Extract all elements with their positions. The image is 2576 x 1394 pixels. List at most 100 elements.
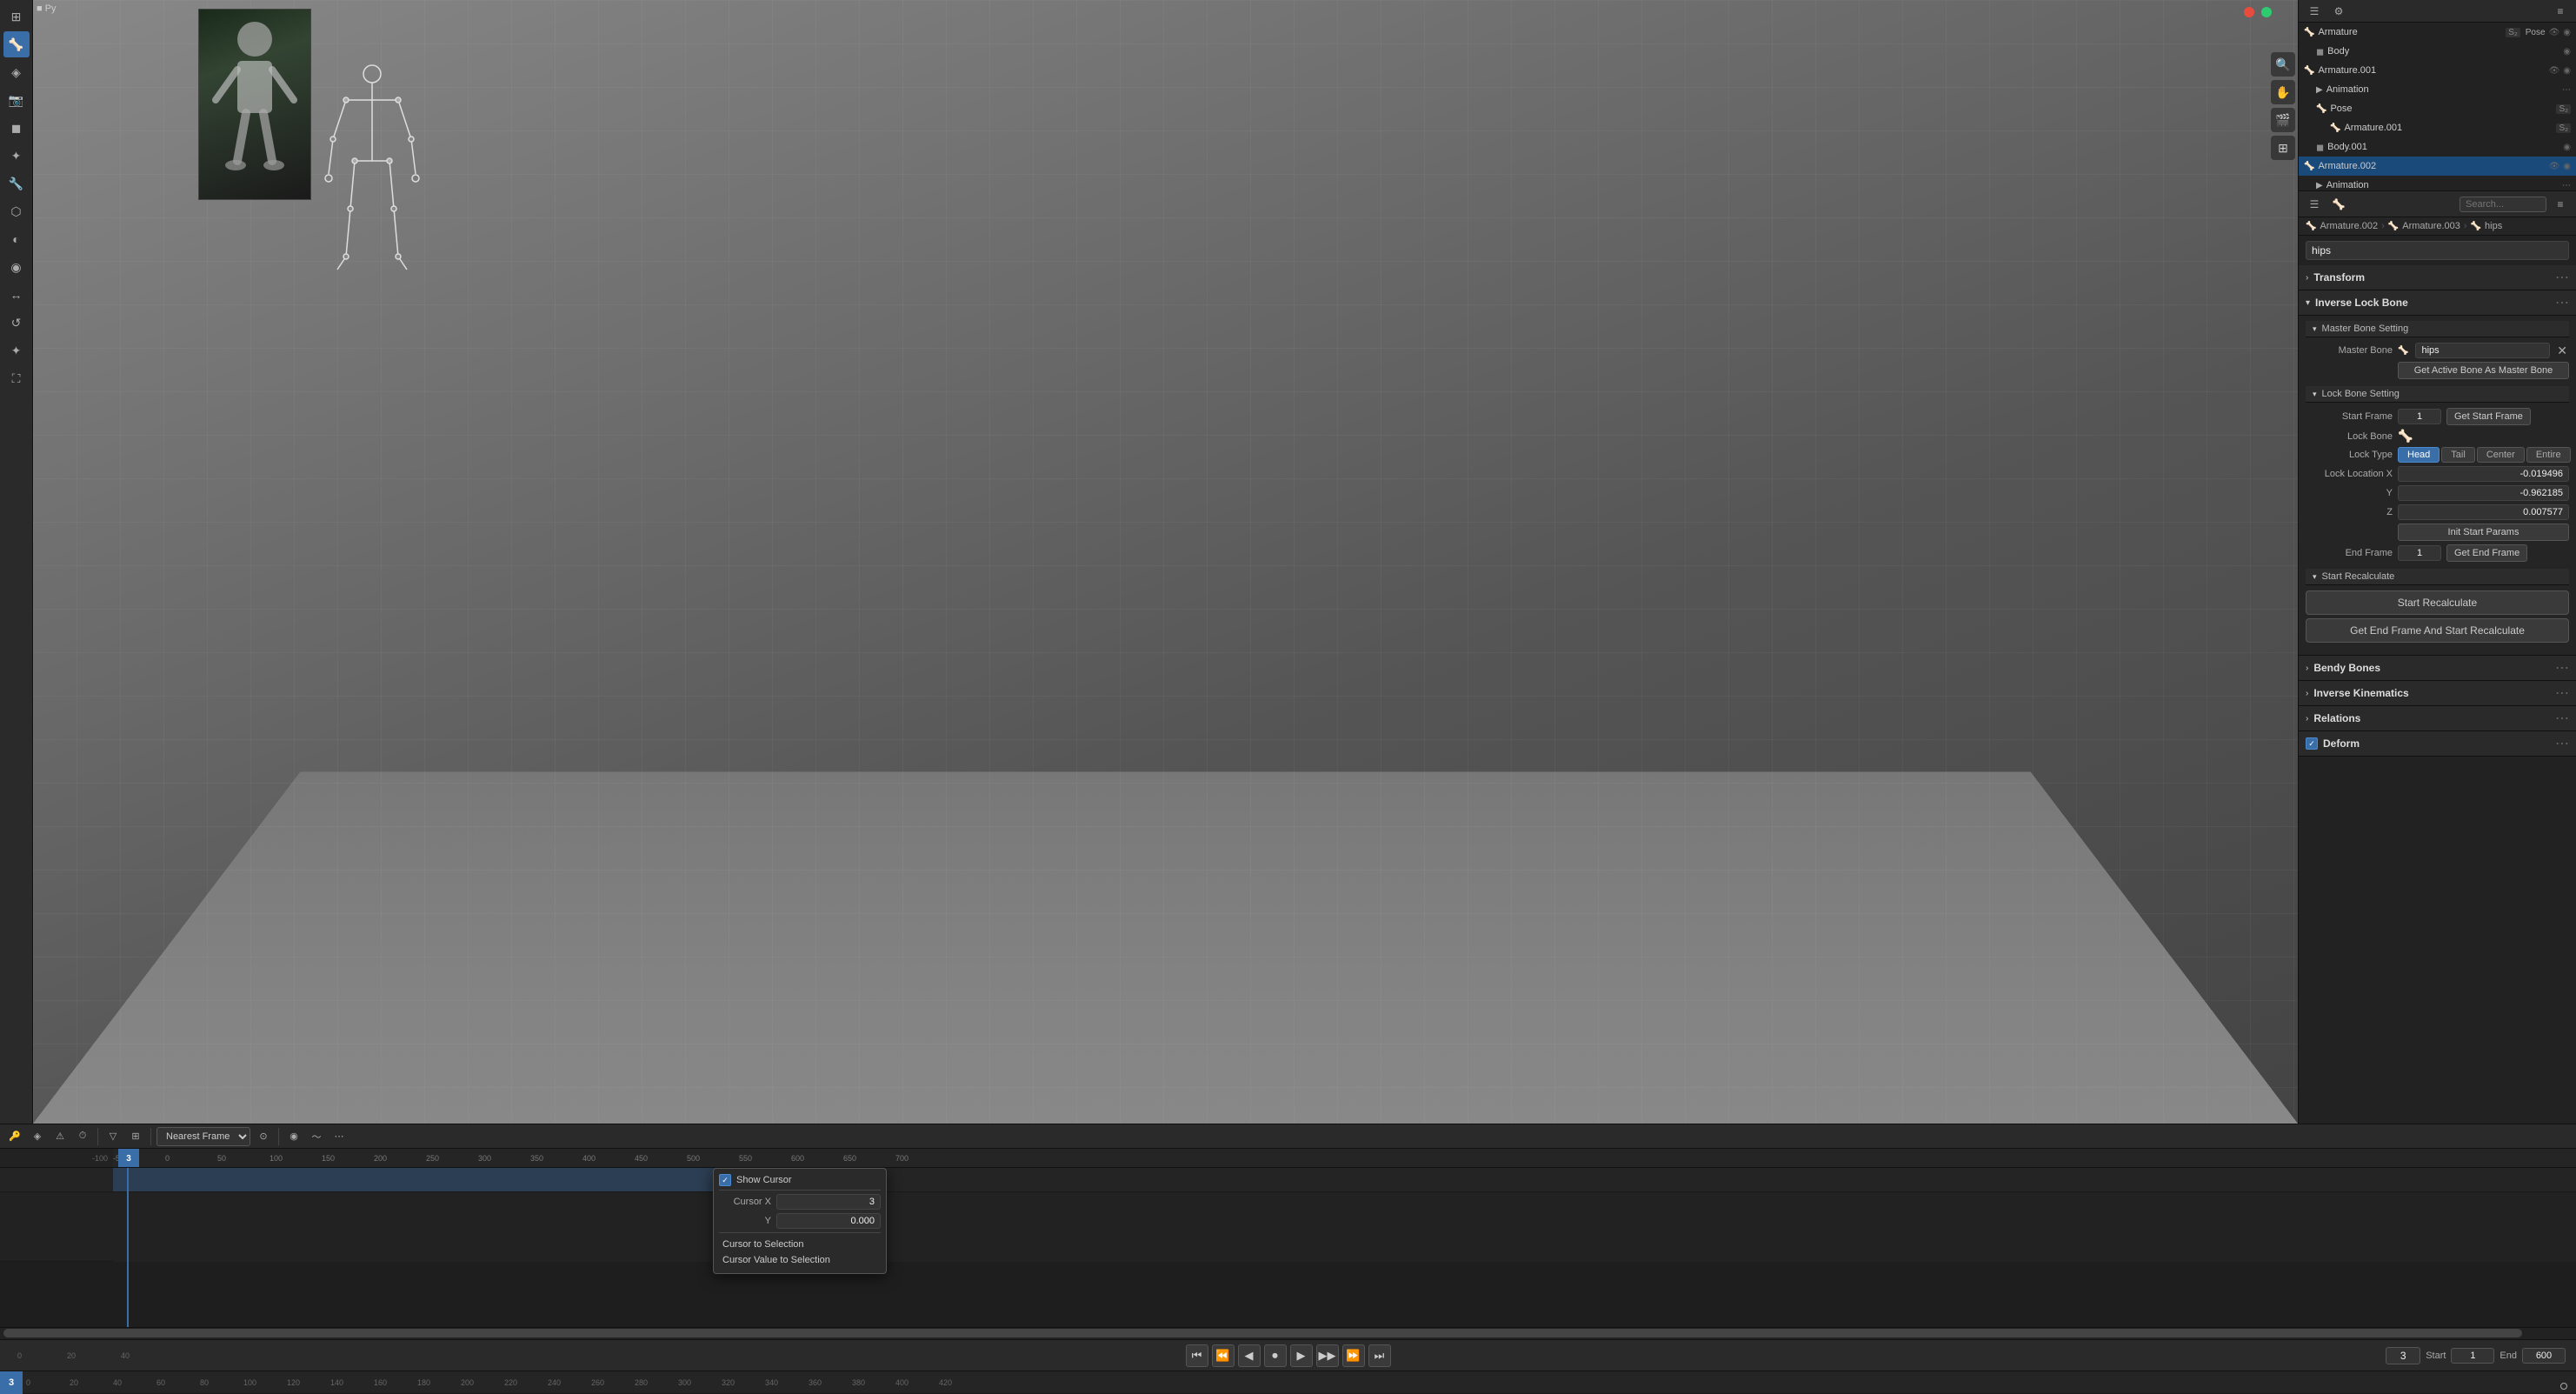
get-active-btn[interactable]: Get Active Bone As Master Bone	[2398, 362, 2569, 379]
outliner-item-armature002[interactable]: 🦴 Armature.002 👁 ◉	[2299, 157, 2576, 176]
sidebar-icon-10[interactable]: ◉	[3, 254, 30, 280]
outliner-item-armature001[interactable]: 🦴 Armature.001 👁 ◉	[2299, 61, 2576, 80]
sidebar-icon-2[interactable]: 🦴	[3, 31, 30, 57]
prev-key-btn[interactable]: ⏪	[1212, 1344, 1235, 1367]
vis-icon-arm001[interactable]: 👁	[2549, 66, 2560, 76]
cursor-to-selection-row[interactable]: Cursor to Selection	[719, 1237, 881, 1252]
cursor-x-value[interactable]: 3	[776, 1194, 881, 1210]
outliner-item-arm001-2[interactable]: 🦴 Armature.001 S₂	[2299, 118, 2576, 137]
lock-bone-subsection[interactable]: ▾ Lock Bone Setting	[2306, 386, 2569, 403]
play-btn[interactable]: ▶	[1290, 1344, 1313, 1367]
get-end-frame-btn[interactable]: Get End Frame	[2446, 544, 2527, 562]
master-bone-subsection[interactable]: ▾ Master Bone Setting	[2306, 321, 2569, 337]
outliner-icon-1[interactable]: ☰	[2304, 1, 2325, 22]
inverse-lock-menu[interactable]: ⋯	[2555, 294, 2569, 311]
section-inverse-lock[interactable]: ▾ Inverse Lock Bone ⋯	[2299, 290, 2576, 316]
master-bone-value[interactable]: hips	[2415, 343, 2550, 358]
transform-menu[interactable]: ⋯	[2555, 269, 2569, 286]
nearest-frame-dropdown[interactable]: Nearest Frame	[156, 1127, 250, 1146]
get-start-frame-btn[interactable]: Get Start Frame	[2446, 408, 2531, 425]
tl-icon-time[interactable]: ⏱	[73, 1127, 92, 1146]
get-end-start-recalc-btn[interactable]: Get End Frame And Start Recalculate	[2306, 618, 2569, 643]
sidebar-icon-4[interactable]: 📷	[3, 87, 30, 113]
vis-icon-body[interactable]: ◉	[2563, 47, 2571, 57]
section-transform[interactable]: › Transform ⋯	[2299, 265, 2576, 290]
sidebar-icon-8[interactable]: ⬡	[3, 198, 30, 224]
breadcrumb-arm002[interactable]: Armature.002	[2320, 221, 2378, 231]
tl-icon-marker[interactable]: ◈	[28, 1127, 47, 1146]
relations-menu[interactable]: ⋯	[2555, 710, 2569, 727]
track-content-1[interactable]	[113, 1168, 2576, 1191]
start-frame-value[interactable]: 1	[2398, 409, 2441, 424]
jump-end-btn[interactable]: ⏭	[1368, 1344, 1391, 1367]
breadcrumb-arm003[interactable]: Armature.003	[2402, 221, 2460, 231]
sidebar-icon-1[interactable]: ⊞	[3, 3, 30, 30]
tl-icon-key[interactable]: 🔑	[5, 1127, 24, 1146]
deform-menu[interactable]: ⋯	[2555, 735, 2569, 752]
lock-loc-y-value[interactable]: -0.962185	[2398, 485, 2569, 501]
outliner-icon-2[interactable]: ⚙	[2328, 1, 2349, 22]
sidebar-icon-11[interactable]: ↔	[3, 282, 30, 308]
outliner-item-pose[interactable]: 🦴 Pose S₂	[2299, 99, 2576, 118]
tl-icon-extra2[interactable]: 〜	[307, 1127, 326, 1146]
breadcrumb-hips[interactable]: hips	[2485, 221, 2502, 231]
sidebar-icon-6[interactable]: ✦	[3, 143, 30, 169]
vp-icon-search[interactable]: 🔍	[2271, 52, 2295, 77]
sidebar-icon-14[interactable]: ⛶	[3, 365, 30, 391]
h-scrollbar-thumb[interactable]	[3, 1329, 2522, 1337]
sidebar-icon-12[interactable]: ↺	[3, 310, 30, 336]
section-bendy-bones[interactable]: › Bendy Bones ⋯	[2299, 656, 2576, 681]
master-bone-remove[interactable]: ✕	[2555, 343, 2569, 358]
lock-loc-x-value[interactable]: -0.019496	[2398, 466, 2569, 482]
start-value[interactable]: 1	[2451, 1348, 2494, 1364]
bone-name-input[interactable]	[2306, 241, 2569, 260]
props-icon-menu[interactable]: ☰	[2304, 194, 2325, 215]
props-icon-bone[interactable]: 🦴	[2328, 194, 2349, 215]
section-deform[interactable]: ✓ Deform ⋯	[2299, 731, 2576, 757]
lock-type-head[interactable]: Head	[2398, 447, 2440, 463]
vis-icon-arm002[interactable]: 👁	[2549, 162, 2560, 171]
sidebar-icon-5[interactable]: ◼	[3, 115, 30, 141]
outliner-item-animation2[interactable]: ▶ Animation ⋯	[2299, 176, 2576, 191]
prev-frame-btn[interactable]: ◀	[1238, 1344, 1261, 1367]
cursor-y-value[interactable]: 0.000	[776, 1213, 881, 1229]
section-relations[interactable]: › Relations ⋯	[2299, 706, 2576, 731]
tl-icon-warn[interactable]: ⚠	[50, 1127, 70, 1146]
sidebar-icon-3[interactable]: ◈	[3, 59, 30, 85]
next-key-btn[interactable]: ⏩	[1342, 1344, 1365, 1367]
section-ik[interactable]: › Inverse Kinematics ⋯	[2299, 681, 2576, 706]
sidebar-icon-7[interactable]: 🔧	[3, 170, 30, 197]
tl-icon-extra1[interactable]: ◉	[284, 1127, 303, 1146]
h-scrollbar[interactable]	[0, 1327, 2576, 1339]
search-input[interactable]	[2460, 197, 2546, 212]
ik-menu[interactable]: ⋯	[2555, 684, 2569, 702]
cursor-value-to-selection-row[interactable]: Cursor Value to Selection	[719, 1252, 881, 1268]
outliner-item-animation[interactable]: ▶ Animation ⋯	[2299, 80, 2576, 99]
bendy-menu[interactable]: ⋯	[2555, 659, 2569, 677]
show-cursor-checkbox[interactable]: ✓	[719, 1174, 731, 1186]
vp-icon-grid[interactable]: ⊞	[2271, 136, 2295, 160]
outliner-icon-3[interactable]: ≡	[2550, 1, 2571, 22]
outliner-item-body[interactable]: ◼ Body ◉	[2299, 42, 2576, 61]
start-recalc-subsection[interactable]: ▾ Start Recalculate	[2306, 569, 2569, 585]
jump-start-btn[interactable]: ⏮	[1186, 1344, 1208, 1367]
vis-icon-arm001b[interactable]: ◉	[2563, 66, 2571, 76]
end-value[interactable]: 600	[2522, 1348, 2566, 1364]
next-frame-btn[interactable]: ▶▶	[1316, 1344, 1339, 1367]
tl-icon-extra3[interactable]: ⋯	[329, 1127, 349, 1146]
outliner-item-body001[interactable]: ◼ Body.001 ◉	[2299, 137, 2576, 157]
tl-icon-view[interactable]: ⊞	[126, 1127, 145, 1146]
vp-icon-camera[interactable]: 🎬	[2271, 108, 2295, 132]
vis-icon-1[interactable]: ◉	[2563, 28, 2571, 37]
sidebar-icon-13[interactable]: ✦	[3, 337, 30, 364]
deform-checkbox[interactable]: ✓	[2306, 737, 2318, 750]
vp-icon-move[interactable]: ✋	[2271, 80, 2295, 104]
tl-icon-filter[interactable]: ▽	[103, 1127, 123, 1146]
outliner-item-armature[interactable]: 🦴 Armature S₂ Pose 👁 ◉	[2299, 23, 2576, 42]
eye-icon-1[interactable]: 👁	[2549, 28, 2560, 37]
lock-type-center[interactable]: Center	[2477, 447, 2525, 463]
stop-btn[interactable]: ⏺	[1264, 1344, 1287, 1367]
props-icon-extra[interactable]: ≡	[2550, 194, 2571, 215]
lock-type-tail[interactable]: Tail	[2441, 447, 2475, 463]
current-frame-counter[interactable]: 3	[2386, 1347, 2420, 1364]
